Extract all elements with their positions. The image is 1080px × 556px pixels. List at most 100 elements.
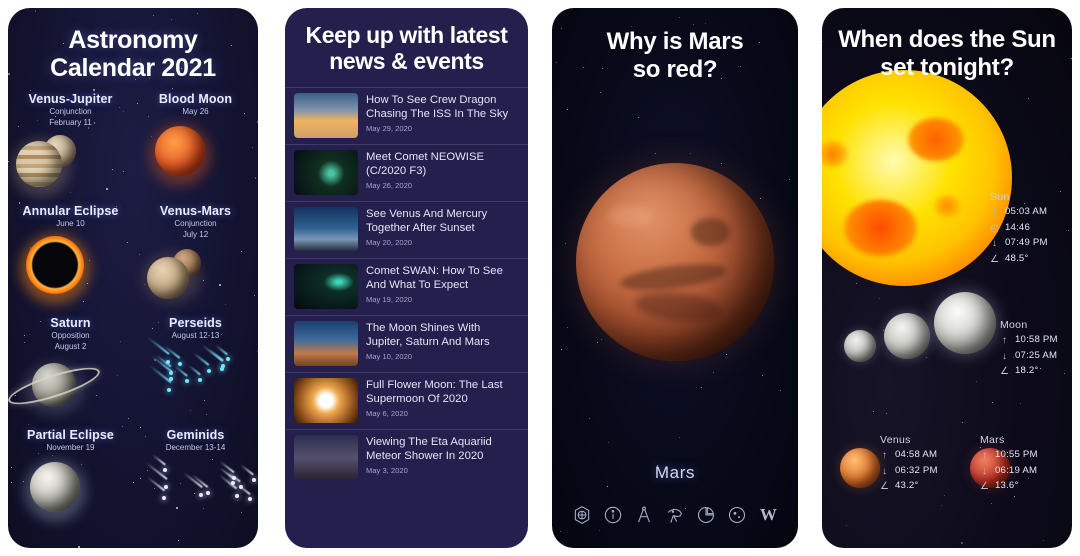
set-arrow-icon: ↓ <box>1002 350 1007 362</box>
calendar-event-venus-mars[interactable]: Venus-Mars Conjunction July 12 <box>133 204 258 314</box>
comet-swan-thumbnail <box>294 264 358 310</box>
info-row: ↓ 07:49 PM <box>990 236 1048 252</box>
planet-globe-icon[interactable] <box>571 504 593 526</box>
sky-view-icon[interactable] <box>664 504 686 526</box>
info-block-mars[interactable]: Mars ↑ 10:55 PM ↓ 06:19 AM ∠ 13.6° <box>980 434 1038 495</box>
info-value: 04:58 AM <box>895 449 938 461</box>
info-body-name: Mars <box>980 434 1005 446</box>
info-icon[interactable] <box>602 504 624 526</box>
calendar-event-perseids[interactable]: Perseids August 12-13 <box>133 316 258 426</box>
info-row: ∠ 18.2° <box>1000 364 1058 380</box>
calendar-event-sub2: July 12 <box>182 230 209 239</box>
news-item-date: May 6, 2020 <box>366 409 408 418</box>
news-list-item[interactable]: Meet Comet NEOWISE (C/2020 F3) May 26, 2… <box>285 144 528 201</box>
news-item-text: The Moon Shines With Jupiter, Saturn And… <box>366 321 519 366</box>
calendar-event-sub1: May 26 <box>182 107 209 116</box>
info-block-venus[interactable]: Venus ↑ 04:58 AM ↓ 06:32 PM ∠ 43.2° <box>880 434 938 495</box>
info-row: ↑ 04:58 AM <box>880 448 938 464</box>
set-arrow-icon: ↓ <box>982 465 987 477</box>
sun-disc-image[interactable] <box>822 70 1012 286</box>
venus-mars-illustration <box>133 243 258 307</box>
info-value: 07:25 AM <box>1015 349 1058 361</box>
news-item-headline: Comet SWAN: How To See And What To Expec… <box>366 265 503 292</box>
news-title-line1: Keep up with latest <box>305 22 508 48</box>
info-value: 05:03 AM <box>1005 206 1048 218</box>
calendar-event-name: Partial Eclipse <box>27 428 114 442</box>
news-item-date: May 20, 2020 <box>366 238 413 247</box>
info-row: ∠ 13.6° <box>980 479 1038 495</box>
panel-news-feed: Keep up with latest news & events How To… <box>285 8 528 548</box>
info-value: 06:19 AM <box>995 464 1038 476</box>
twilight-sky-thumbnail <box>294 207 358 253</box>
news-list: How To See Crew Dragon Chasing The ISS I… <box>285 87 528 486</box>
calendar-event-name: Venus-Mars <box>159 204 232 218</box>
news-item-date: May 29, 2020 <box>366 124 413 133</box>
info-value: 07:49 PM <box>1005 237 1048 249</box>
calendar-event-sub1: Conjunction <box>174 219 217 228</box>
altitude-angle-icon: ∠ <box>880 481 889 492</box>
compass-icon[interactable] <box>633 504 655 526</box>
news-list-item[interactable]: See Venus And Mercury Together After Sun… <box>285 201 528 258</box>
rise-arrow-icon: ↑ <box>1002 335 1007 346</box>
news-item-headline: How To See Crew Dragon Chasing The ISS I… <box>366 94 509 121</box>
info-row: ↓ 06:32 PM <box>880 464 938 480</box>
wikipedia-icon[interactable]: W <box>757 504 779 526</box>
news-item-text: Full Flower Moon: The Last Supermoon Of … <box>366 378 519 423</box>
info-row: ∠ 43.2° <box>880 479 938 495</box>
news-list-item[interactable]: The Moon Shines With Jupiter, Saturn And… <box>285 315 528 372</box>
calendar-event-grid: Venus-Jupiter Conjunction February 11 Bl… <box>8 92 258 538</box>
calendar-event-geminids[interactable]: Geminids December 13-14 <box>133 428 258 538</box>
mars-title-line1: Why is Mars <box>606 28 744 55</box>
panel-astronomy-calendar: Astronomy Calendar 2021 Venus-Jupiter Co… <box>8 8 258 548</box>
mars-globe-image[interactable] <box>576 162 774 361</box>
news-list-item[interactable]: Comet SWAN: How To See And What To Expec… <box>285 258 528 315</box>
info-value: 48.5° <box>1005 252 1029 264</box>
calendar-event-sub1: Opposition <box>51 331 90 340</box>
duration-clock-icon: ◴ <box>990 222 999 234</box>
mars-toolbar: W <box>552 504 798 526</box>
calendar-event-name: Geminids <box>166 428 225 442</box>
calendar-event-partial-eclipse[interactable]: Partial Eclipse November 19 <box>8 428 133 538</box>
calendar-event-name: Blood Moon <box>158 92 233 106</box>
calendar-event-saturn[interactable]: Saturn Opposition August 2 <box>8 316 133 426</box>
calendar-event-blood-moon[interactable]: Blood Moon May 26 <box>133 92 258 202</box>
mars-title: Why is Mars so red? <box>552 8 798 83</box>
info-value: 43.2° <box>895 480 919 492</box>
calendar-event-venus-jupiter[interactable]: Venus-Jupiter Conjunction February 11 <box>8 92 133 202</box>
news-list-item[interactable]: Viewing The Eta Aquariid Meteor Shower I… <box>285 429 528 486</box>
panel-sun-times: When does the Sun set tonight? Sun ↑ 05:… <box>822 8 1072 548</box>
calendar-title-line1: Astronomy <box>68 26 198 54</box>
info-block-moon[interactable]: Moon ↑ 10:58 PM ↓ 07:25 AM ∠ 18.2° <box>1000 319 1058 380</box>
info-body-name: Venus <box>880 434 911 446</box>
news-item-headline: Meet Comet NEOWISE (C/2020 F3) <box>366 151 485 178</box>
moon-medium-image <box>884 313 930 359</box>
calendar-event-name: Saturn <box>50 316 91 330</box>
news-title: Keep up with latest news & events <box>285 8 528 74</box>
news-item-date: May 3, 2020 <box>366 466 408 475</box>
mars-object-label: Mars <box>654 463 696 482</box>
sun-title: When does the Sun set tonight? <box>822 8 1072 81</box>
mars-title-line2: so red? <box>632 55 718 83</box>
pie-chart-icon[interactable] <box>695 504 717 526</box>
moon-large-image <box>934 292 996 354</box>
venus-jupiter-illustration <box>8 131 133 197</box>
calendar-event-sub1: Conjunction <box>49 107 92 116</box>
news-item-headline: The Moon Shines With Jupiter, Saturn And… <box>366 322 490 349</box>
calendar-event-sub1: June 10 <box>56 219 85 228</box>
news-title-line2: news & events <box>329 48 484 75</box>
info-block-sun[interactable]: Sun ↑ 05:03 AM ◴ 14:46 ↓ 07:49 PM ∠ 48.5… <box>990 191 1048 267</box>
moon-phase-icon[interactable] <box>726 504 748 526</box>
news-item-text: Meet Comet NEOWISE (C/2020 F3) May 26, 2… <box>366 150 519 195</box>
news-list-item[interactable]: How To See Crew Dragon Chasing The ISS I… <box>285 87 528 144</box>
rise-arrow-icon: ↑ <box>982 450 987 461</box>
calendar-event-sub1: November 19 <box>46 443 95 452</box>
calendar-event-sub1: December 13-14 <box>165 443 226 452</box>
calendar-event-annular-eclipse[interactable]: Annular Eclipse June 10 <box>8 204 133 314</box>
partial-eclipse-illustration <box>8 456 133 522</box>
news-list-item[interactable]: Full Flower Moon: The Last Supermoon Of … <box>285 372 528 429</box>
news-item-date: May 26, 2020 <box>366 181 413 190</box>
news-item-headline: See Venus And Mercury Together After Sun… <box>366 208 488 235</box>
news-item-headline: Viewing The Eta Aquariid Meteor Shower I… <box>366 436 492 463</box>
info-row: ◴ 14:46 <box>990 221 1048 237</box>
info-row: ↓ 07:25 AM <box>1000 349 1058 365</box>
